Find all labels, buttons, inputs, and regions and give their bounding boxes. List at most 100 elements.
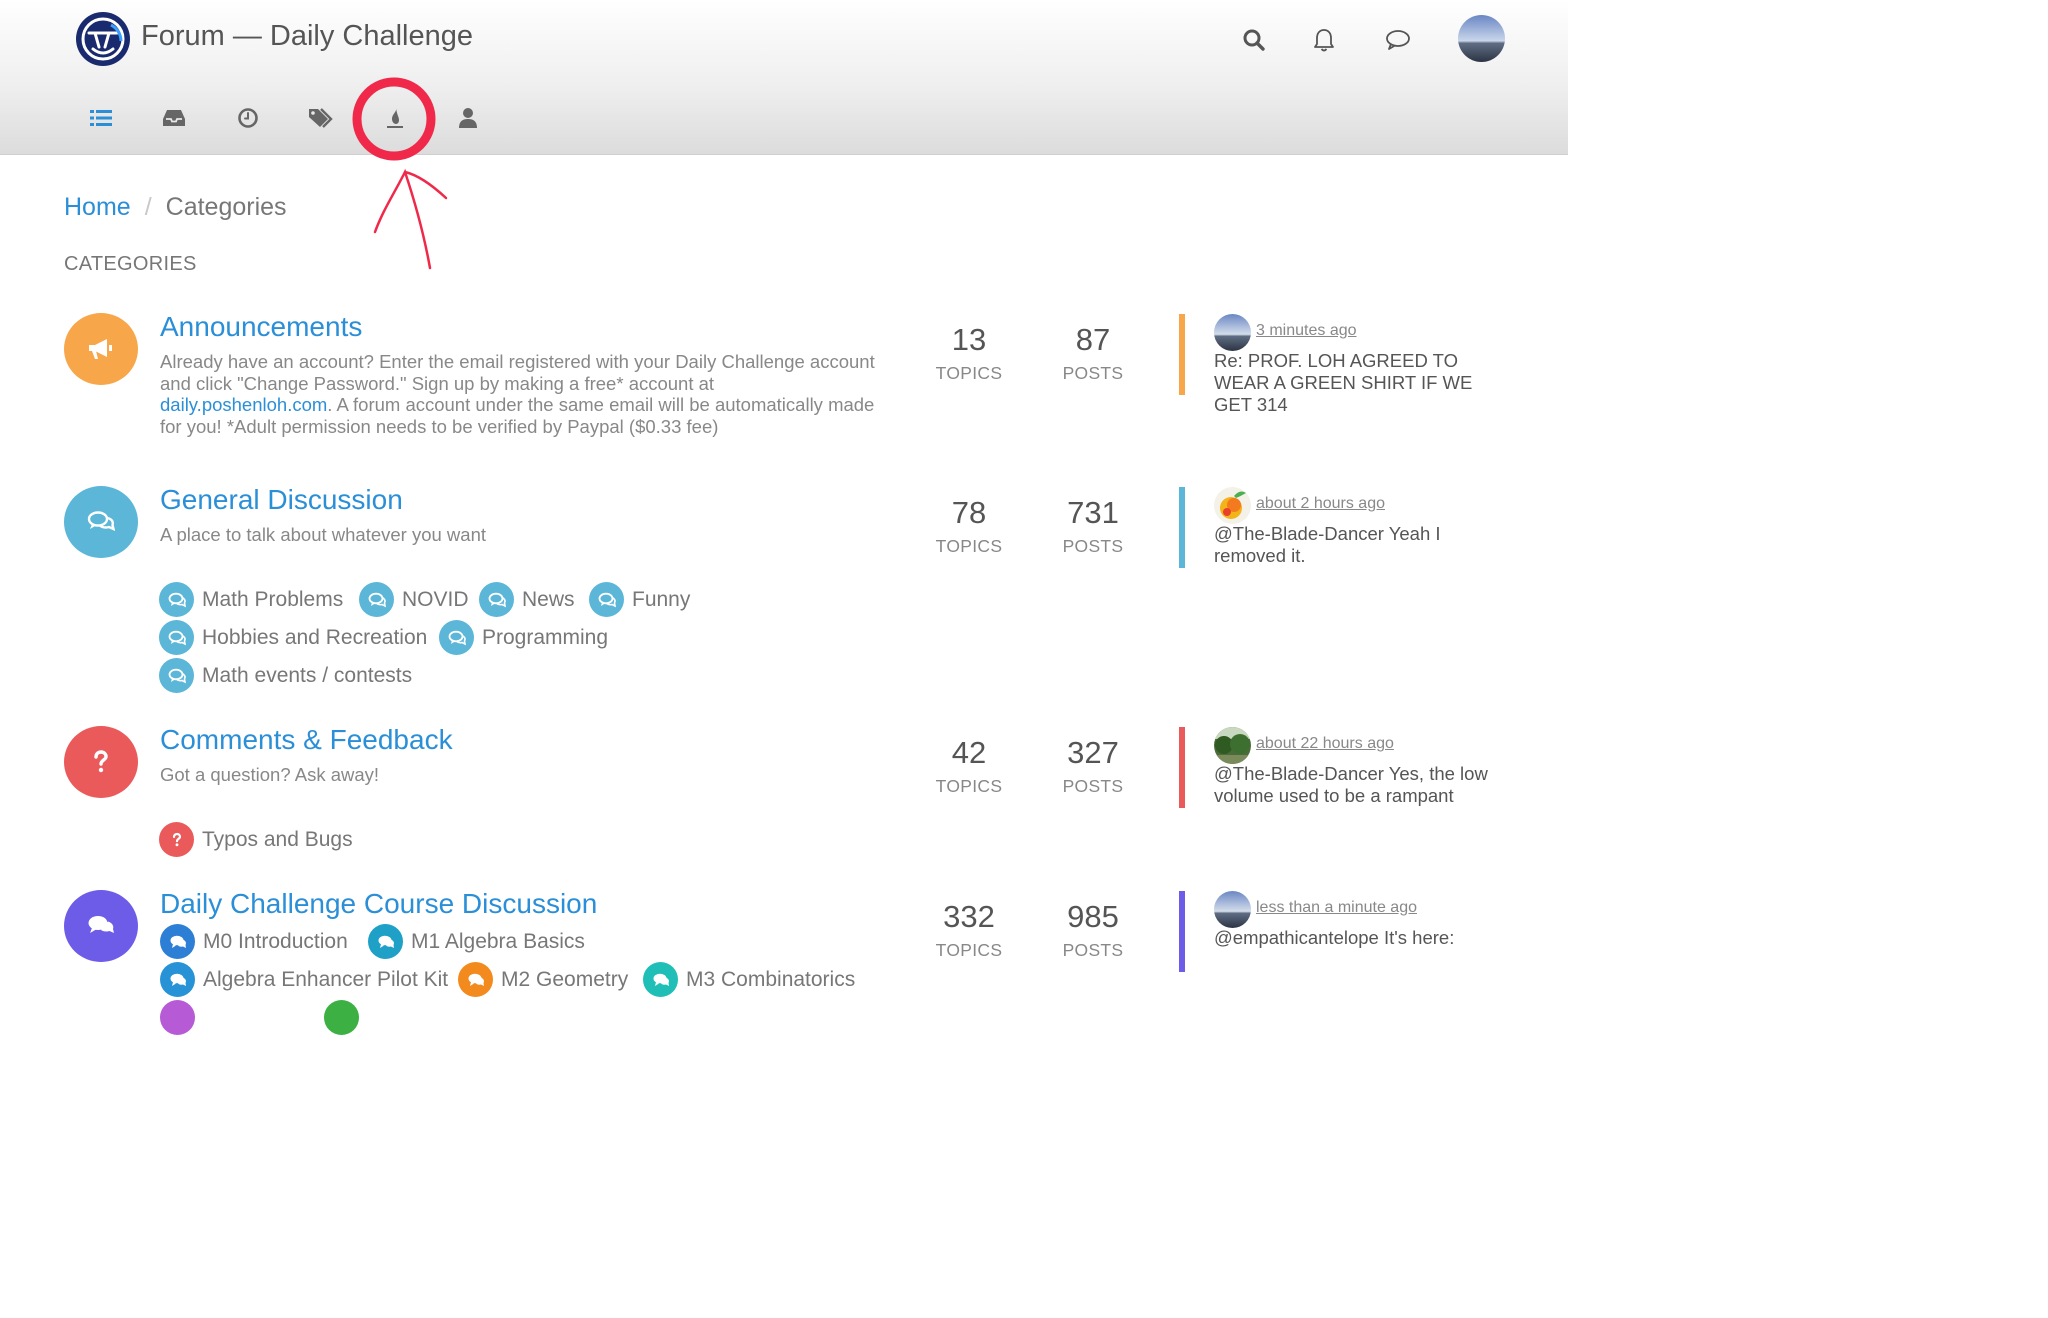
subcategory-typos-bugs[interactable]: Typos and Bugs <box>159 822 353 857</box>
subcategory-m0-introduction[interactable]: M0 Introduction <box>160 924 348 959</box>
subcategory-programming[interactable]: Programming <box>439 620 608 655</box>
posts-count: 731 <box>1067 495 1119 530</box>
question-icon <box>159 822 194 857</box>
teaser-color-bar <box>1179 891 1185 972</box>
subcategory-label: M2 Geometry <box>501 967 629 991</box>
site-logo[interactable] <box>75 11 131 67</box>
topics-label: TOPICS <box>935 363 1003 383</box>
comments-icon <box>368 924 403 959</box>
subcategory-math-events[interactable]: Math events / contests <box>159 658 412 693</box>
site-title[interactable]: Forum — Daily Challenge <box>141 20 473 53</box>
comments-icon <box>159 582 194 617</box>
category-description: Already have an account? Enter the email… <box>160 351 875 437</box>
category-icon-course[interactable] <box>64 890 138 962</box>
comments-icon <box>359 582 394 617</box>
subcategory-math-problems[interactable]: Math Problems <box>159 582 343 617</box>
comments-icon <box>643 962 678 997</box>
inbox-icon <box>163 110 185 126</box>
category-title[interactable]: General Discussion <box>160 484 403 516</box>
breadcrumb: Home / Categories <box>64 193 287 222</box>
breadcrumb-home-link[interactable]: Home <box>64 193 131 221</box>
notifications-button[interactable] <box>1306 22 1342 58</box>
topics-stat: 332 TOPICS <box>904 899 1034 961</box>
search-icon <box>1243 29 1265 51</box>
bell-icon <box>1314 29 1334 52</box>
topics-count: 13 <box>951 322 987 357</box>
teaser-avatar[interactable] <box>1214 727 1251 764</box>
category-icon-announcements[interactable] <box>64 313 138 385</box>
category-description: A place to talk about whatever you want <box>160 524 487 545</box>
search-button[interactable] <box>1236 22 1272 58</box>
teaser-avatar[interactable] <box>1214 487 1251 524</box>
chats-button[interactable] <box>1380 22 1416 58</box>
teaser-avatar[interactable] <box>1214 891 1251 928</box>
subcategory-m3-combinatorics[interactable]: M3 Combinatorics <box>643 962 855 997</box>
teaser-timestamp[interactable]: about 22 hours ago <box>1256 735 1394 753</box>
subcategory-algebra-enhancer[interactable]: Algebra Enhancer Pilot Kit <box>160 962 448 997</box>
category-title[interactable]: Comments & Feedback <box>160 724 453 756</box>
teaser-timestamp[interactable]: less than a minute ago <box>1256 899 1417 917</box>
subcategory-icon-cutoff[interactable] <box>160 1000 195 1035</box>
category-description: Got a question? Ask away! <box>160 764 380 785</box>
nav-users[interactable] <box>450 100 486 136</box>
signup-link[interactable]: daily.poshenloh.com <box>160 394 327 415</box>
topics-count: 42 <box>951 735 987 770</box>
nav-tags[interactable] <box>303 100 339 136</box>
teaser-timestamp[interactable]: 3 minutes ago <box>1256 322 1357 340</box>
category-icon-feedback[interactable] <box>64 726 138 798</box>
topics-label: TOPICS <box>935 536 1003 556</box>
comments-icon <box>88 916 114 933</box>
nav-popular[interactable] <box>377 100 413 136</box>
user-avatar[interactable] <box>1458 15 1505 62</box>
teaser-post-text[interactable]: @empathicantelope It's here: <box>1214 927 1514 949</box>
comments-icon <box>458 962 493 997</box>
subcategory-label: Programming <box>482 625 609 649</box>
nav-unread[interactable] <box>230 100 266 136</box>
teaser-post-text[interactable]: Re: PROF. LOH AGREED TO WEAR A GREEN SHI… <box>1214 350 1514 416</box>
teaser-color-bar <box>1179 487 1185 568</box>
category-icon-general[interactable] <box>64 486 138 558</box>
category-title[interactable]: Daily Challenge Course Discussion <box>160 888 597 920</box>
subcategory-funny[interactable]: Funny <box>589 582 690 617</box>
topics-stat: 78 TOPICS <box>904 495 1034 557</box>
subcategory-label: Math Problems <box>202 587 344 611</box>
subcategory-icon-cutoff[interactable] <box>324 1000 359 1035</box>
teaser-color-bar <box>1179 727 1185 808</box>
question-icon <box>94 750 108 773</box>
subcategory-label: Math events / contests <box>202 663 413 687</box>
subcategory-m2-geometry[interactable]: M2 Geometry <box>458 962 628 997</box>
posts-label: POSTS <box>1062 536 1124 556</box>
subcategory-label: Algebra Enhancer Pilot Kit <box>203 967 449 991</box>
subcategory-novid[interactable]: NOVID <box>359 582 469 617</box>
subcategory-label: M0 Introduction <box>203 929 348 953</box>
posts-stat: 731 POSTS <box>1028 495 1158 557</box>
user-icon <box>459 108 477 128</box>
teaser-post-text[interactable]: @The-Blade-Dancer Yeah I removed it. <box>1214 523 1514 567</box>
nav-recent[interactable] <box>156 100 192 136</box>
posts-label: POSTS <box>1062 363 1124 383</box>
comments-icon <box>439 620 474 655</box>
comments-icon <box>160 924 195 959</box>
teaser-post-text[interactable]: @The-Blade-Dancer Yes, the low volume us… <box>1214 763 1514 807</box>
category-title[interactable]: Announcements <box>160 311 362 343</box>
subcategory-hobbies[interactable]: Hobbies and Recreation <box>159 620 427 655</box>
posts-stat: 87 POSTS <box>1028 322 1158 384</box>
topics-label: TOPICS <box>935 776 1003 796</box>
tags-icon <box>309 108 333 128</box>
subcategory-label: Typos and Bugs <box>202 827 353 851</box>
posts-label: POSTS <box>1062 776 1124 796</box>
comments-icon <box>589 582 624 617</box>
topics-stat: 42 TOPICS <box>904 735 1034 797</box>
comments-icon <box>87 511 115 531</box>
posts-count: 985 <box>1067 899 1119 934</box>
posts-count: 87 <box>1075 322 1111 357</box>
teaser-avatar[interactable] <box>1214 314 1251 351</box>
subcategory-m1-algebra-basics[interactable]: M1 Algebra Basics <box>368 924 585 959</box>
nav-categories[interactable] <box>83 100 119 136</box>
posts-stat: 985 POSTS <box>1028 899 1158 961</box>
subcategory-label: M3 Combinatorics <box>686 967 856 991</box>
teaser-timestamp[interactable]: about 2 hours ago <box>1256 495 1385 513</box>
subcategory-label: NOVID <box>402 587 469 611</box>
posts-stat: 327 POSTS <box>1028 735 1158 797</box>
subcategory-news[interactable]: News <box>479 582 575 617</box>
